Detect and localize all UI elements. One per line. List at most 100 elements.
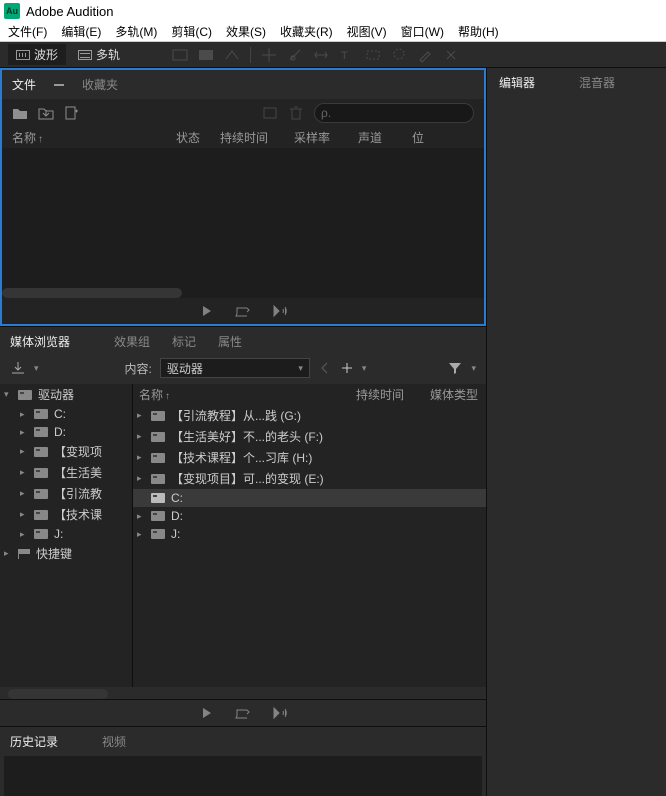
titlebar: Au Adobe Audition: [0, 0, 666, 22]
list-item[interactable]: C:: [133, 489, 486, 507]
tool-spectral-icon[interactable]: [198, 47, 214, 63]
editor-panel: 编辑器 混音器: [486, 68, 666, 796]
list-col-name[interactable]: 名称: [139, 386, 352, 403]
tab-files[interactable]: 文件: [12, 76, 36, 93]
autoplay-icon[interactable]: [271, 706, 287, 720]
list-col-type[interactable]: 媒体类型: [430, 386, 480, 403]
menu-favorites[interactable]: 收藏夹(R): [280, 23, 333, 40]
mode-multitrack[interactable]: 多轨: [70, 44, 128, 65]
tool-strip: T: [172, 47, 459, 63]
tree-item[interactable]: ▸【生活美: [0, 462, 132, 483]
loop-icon[interactable]: [235, 706, 251, 720]
menu-effects[interactable]: 效果(S): [226, 23, 266, 40]
col-status[interactable]: 状态: [176, 129, 216, 146]
tree-item[interactable]: ▸【变现项: [0, 441, 132, 462]
tab-effects-group[interactable]: 效果组: [114, 333, 150, 350]
loop-icon[interactable]: [235, 304, 251, 318]
col-duration[interactable]: 持续时间: [220, 129, 290, 146]
tree-item[interactable]: ▸J:: [0, 525, 132, 543]
tree-item[interactable]: ▸【引流教: [0, 483, 132, 504]
media-browser-panel: 媒体浏览器 效果组 标记 属性 ▾ 内容: 驱动器 ▾ ▾: [0, 326, 486, 726]
mb-list[interactable]: 名称 持续时间 媒体类型 ▸【引流教程】从...践 (G:)▸【生活美好】不..…: [132, 384, 486, 687]
panel-menu-icon[interactable]: [54, 84, 64, 86]
list-item[interactable]: ▸D:: [133, 507, 486, 525]
menu-view[interactable]: 视图(V): [347, 23, 387, 40]
drive-icon: [34, 427, 48, 437]
new-file-icon[interactable]: [64, 106, 80, 120]
tool-hud-icon[interactable]: [172, 47, 188, 63]
add-icon[interactable]: [340, 361, 354, 375]
tree-item[interactable]: ▸C:: [0, 405, 132, 423]
chevron-icon: ▸: [137, 529, 145, 540]
tree-item[interactable]: ▸【技术课: [0, 504, 132, 525]
list-item[interactable]: ▸【变现项目】可...的变现 (E:): [133, 468, 486, 489]
tool-move-icon[interactable]: [261, 47, 277, 63]
menu-multitrack[interactable]: 多轨(M): [115, 23, 157, 40]
tool-marquee-icon[interactable]: [365, 47, 381, 63]
menu-file[interactable]: 文件(F): [8, 23, 47, 40]
list-item[interactable]: ▸【引流教程】从...践 (G:): [133, 405, 486, 426]
menu-edit[interactable]: 编辑(E): [61, 23, 101, 40]
import-icon[interactable]: [38, 106, 54, 120]
tab-media-browser[interactable]: 媒体浏览器: [10, 333, 70, 350]
col-rate[interactable]: 采样率: [294, 129, 354, 146]
tool-razor-icon[interactable]: [287, 47, 303, 63]
tree-item-label: D:: [54, 425, 66, 439]
list-col-duration[interactable]: 持续时间: [356, 386, 426, 403]
mb-h-scrollbar[interactable]: [8, 689, 108, 699]
list-item-label: 【技术课程】个...习库 (H:): [171, 449, 312, 466]
tab-mixer[interactable]: 混音器: [579, 74, 615, 91]
list-item-label: 【生活美好】不...的老头 (F:): [171, 428, 323, 445]
autoplay-icon[interactable]: [271, 304, 287, 318]
search-input[interactable]: ρ.: [314, 103, 474, 123]
tab-properties[interactable]: 属性: [218, 333, 242, 350]
tree-item-label: 驱动器: [38, 386, 74, 403]
chevron-icon: ▸: [137, 511, 145, 522]
mode-waveform[interactable]: 波形: [8, 44, 66, 65]
list-item[interactable]: ▸【生活美好】不...的老头 (F:): [133, 426, 486, 447]
tool-brush-icon[interactable]: [417, 47, 433, 63]
files-body[interactable]: [2, 148, 484, 298]
back-icon[interactable]: [318, 361, 332, 375]
open-folder-icon[interactable]: [12, 106, 28, 120]
chevron-icon: ▸: [20, 529, 28, 540]
col-name[interactable]: 名称: [12, 129, 172, 146]
play-icon[interactable]: [199, 304, 215, 318]
tool-lasso-icon[interactable]: [391, 47, 407, 63]
menu-clip[interactable]: 剪辑(C): [171, 23, 212, 40]
content-select[interactable]: 驱动器 ▾: [160, 358, 310, 378]
tool-slip-icon[interactable]: [313, 47, 329, 63]
menu-window[interactable]: 窗口(W): [401, 23, 444, 40]
col-channel[interactable]: 声道: [358, 129, 408, 146]
list-item[interactable]: ▸J:: [133, 525, 486, 543]
search-icon: ρ.: [321, 106, 331, 120]
filter-icon[interactable]: [447, 361, 463, 375]
menubar: 文件(F) 编辑(E) 多轨(M) 剪辑(C) 效果(S) 收藏夹(R) 视图(…: [0, 22, 666, 42]
list-item[interactable]: ▸ 【技术课程】个...习库 (H:): [133, 447, 486, 468]
menu-help[interactable]: 帮助(H): [458, 23, 499, 40]
tab-markers[interactable]: 标记: [172, 333, 196, 350]
tree-item-label: 【技术课: [54, 506, 102, 523]
delete-icon[interactable]: [288, 106, 304, 120]
tab-favorites[interactable]: 收藏夹: [82, 76, 118, 93]
drive-icon: [151, 453, 165, 463]
tree-item[interactable]: ▾驱动器: [0, 384, 132, 405]
tree-item-label: 【引流教: [54, 485, 102, 502]
tab-editor[interactable]: 编辑器: [499, 74, 535, 91]
tool-heal-icon[interactable]: [443, 47, 459, 63]
tool-time-icon[interactable]: T: [339, 47, 355, 63]
play-icon[interactable]: [199, 706, 215, 720]
tab-history[interactable]: 历史记录: [10, 733, 58, 750]
insert-clip-icon[interactable]: [262, 106, 278, 120]
files-h-scrollbar[interactable]: [2, 288, 182, 298]
tree-item[interactable]: ▸快捷键: [0, 543, 132, 564]
tree-item[interactable]: ▸D:: [0, 423, 132, 441]
col-pos[interactable]: 位: [412, 129, 424, 146]
chevron-icon: ▸: [137, 452, 145, 463]
history-body[interactable]: [4, 756, 482, 796]
tool-pitch-icon[interactable]: [224, 47, 240, 63]
history-panel: 历史记录 视频: [0, 726, 486, 796]
mb-tree[interactable]: ▾驱动器▸C:▸D:▸【变现项▸【生活美▸【引流教▸【技术课▸J:▸快捷键: [0, 384, 132, 687]
download-icon[interactable]: [10, 361, 26, 375]
tab-video[interactable]: 视频: [102, 733, 126, 750]
